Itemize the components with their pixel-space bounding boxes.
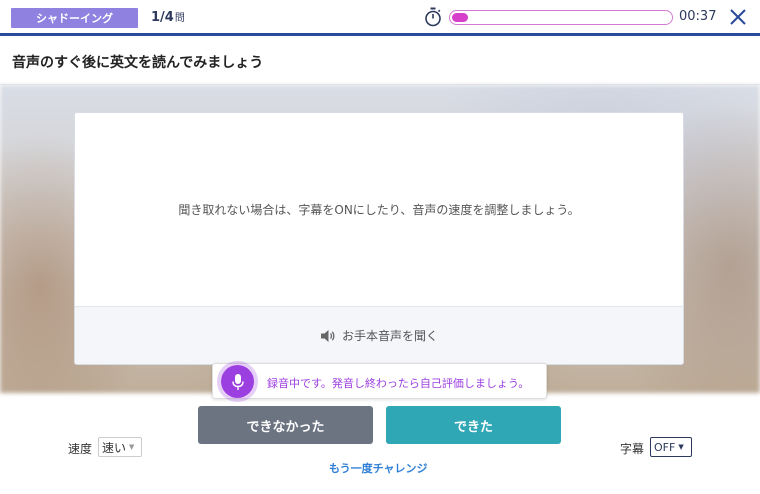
time-progress-bar bbox=[449, 10, 673, 25]
speed-select[interactable]: 速い ▼ bbox=[98, 437, 142, 457]
close-icon[interactable] bbox=[727, 6, 749, 28]
instruction-heading: 音声のすぐ後に英文を読んでみましょう bbox=[12, 55, 264, 71]
speaker-icon bbox=[320, 329, 335, 342]
question-counter: 1/4問 bbox=[151, 9, 185, 25]
could-not-do-button[interactable]: できなかった bbox=[198, 406, 373, 444]
subtitle-value: OFF bbox=[654, 440, 676, 454]
chevron-down-icon: ▼ bbox=[129, 443, 135, 451]
card-hint-message: 聞き取れない場合は、字幕をONにしたり、音声の速度を調整しましょう。 bbox=[178, 203, 580, 217]
time-remaining: 00:37 bbox=[679, 9, 717, 24]
listen-label: お手本音声を聞く bbox=[341, 329, 438, 343]
could-do-button[interactable]: できた bbox=[386, 406, 561, 444]
listen-model-audio-button[interactable]: お手本音声を聞く bbox=[75, 306, 683, 364]
speed-label: 速度 bbox=[68, 442, 93, 456]
header-bar: シャドーイング 1/4問 00:37 bbox=[0, 0, 760, 36]
microphone-button[interactable] bbox=[221, 365, 254, 398]
chevron-down-icon: ▼ bbox=[678, 443, 684, 451]
time-progress-fill bbox=[452, 13, 468, 22]
question-unit: 問 bbox=[174, 13, 185, 24]
recording-banner: 録音中です。発音し終わったら自己評価しましょう。 bbox=[212, 363, 547, 399]
microphone-icon bbox=[231, 373, 244, 390]
subtitle-select[interactable]: OFF ▼ bbox=[650, 437, 692, 457]
question-number: 1/4 bbox=[151, 10, 174, 25]
speed-value: 速い bbox=[102, 440, 127, 455]
sentence-card: 聞き取れない場合は、字幕をONにしたり、音声の速度を調整しましょう。 お手本音声… bbox=[74, 112, 684, 365]
retry-link[interactable]: もう一度チャレンジ bbox=[329, 460, 428, 476]
stopwatch-icon bbox=[425, 7, 441, 27]
mode-badge: シャドーイング bbox=[11, 8, 138, 28]
subtitle-label: 字幕 bbox=[620, 442, 645, 456]
recording-message: 録音中です。発音し終わったら自己評価しましょう。 bbox=[267, 377, 530, 390]
